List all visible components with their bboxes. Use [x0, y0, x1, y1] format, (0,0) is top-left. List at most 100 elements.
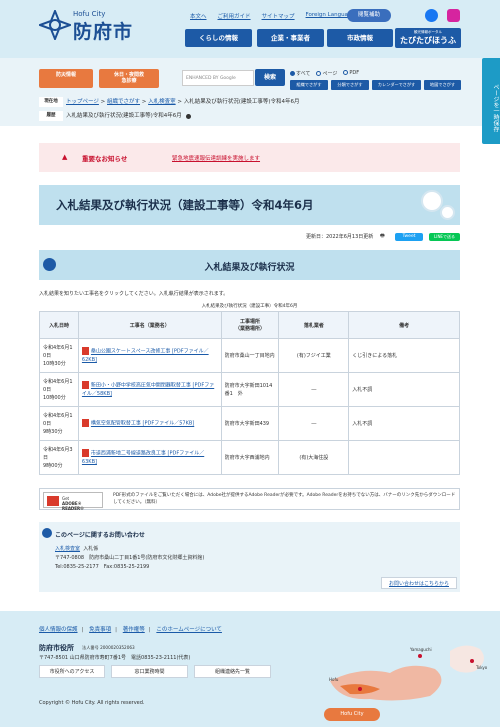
footer-org-contacts-button[interactable]: 組織連絡先一覧 [194, 665, 271, 678]
notice-link[interactable]: 緊急地震速報伝達訓練を実施します [172, 154, 260, 162]
table-row: 令和4年6月1 0日 10時00分 新田小・小野中学校高圧気中開閉器取替工事 [… [39, 372, 460, 407]
close-history-icon[interactable] [185, 113, 191, 119]
tourism-portal-button[interactable]: 観光情報ポータル たびたびほうふ [395, 28, 461, 48]
map-label-yamaguchi: Yamaguchi [409, 647, 432, 652]
breadcrumb-top[interactable]: トップページ [66, 96, 99, 108]
cell-place: 防府市大字西浦地内 [220, 440, 280, 475]
search-button[interactable]: 検索 [255, 69, 285, 86]
cell-date: 令和4年6月1 0日 10時30分 [39, 338, 79, 373]
contact-box: このページに関するお問い合わせ 入札検査室 入札係 〒747-0808 防府市桑… [39, 522, 460, 592]
nav-city-admin[interactable]: 市政情報 [327, 29, 393, 47]
section-heading: 入札結果及び執行状況 [39, 250, 460, 280]
contact-icon [42, 528, 52, 538]
pdf-icon [81, 347, 89, 356]
tourism-portal-title: たびたびほうふ [400, 36, 456, 45]
col-note: 備考 [348, 311, 460, 339]
cell-date: 令和4年6月1 0日 10時00分 [39, 372, 79, 407]
contact-dept-sub: 入札係 [83, 546, 99, 552]
cell-name: 構気空気配管取替工事 [PDFファイル／57KB] [77, 406, 222, 441]
breadcrumb-bid-office[interactable]: 入札検査室 [148, 96, 176, 108]
contact-heading: このページに関するお問い合わせ [55, 532, 145, 539]
history-item[interactable]: 入札結果及び執行状況(建設工事等)令和4年6月 [66, 110, 182, 122]
adobe-reader-banner[interactable]: Get ADOBE® READER® [43, 492, 103, 511]
city-emblem-icon[interactable] [39, 10, 71, 40]
history-label: 履歴 [39, 111, 63, 121]
radio-pdf[interactable]: PDF [343, 70, 359, 77]
hofu-city-badge: Hofu City [324, 708, 380, 721]
cell-place: 防府市大字新田439 [220, 406, 280, 441]
search-by-calendar[interactable]: カレンダーでさがす [372, 80, 421, 90]
tweet-button[interactable]: Tweet [395, 233, 423, 241]
read-aloud-button[interactable]: 閲覧補助 [347, 9, 391, 22]
cell-date: 令和4年6月3 日 9時00分 [39, 440, 79, 475]
table-row: 令和4年6月1 0日 10時30分 桑山公園スケートスペース改修工事 [PDFフ… [39, 338, 460, 373]
nav-living-info[interactable]: くらしの情報 [185, 29, 252, 47]
cell-name: 桑山公園スケートスペース改修工事 [PDFファイル／62KB] [77, 338, 222, 373]
col-place: 工事場所 （業務場所） [220, 311, 280, 339]
site-header: Hofu City 防府市 本文へ ご利用ガイド サイトマップ Foreign … [0, 0, 500, 58]
emergency-clinic-button[interactable]: 休日・夜間救 急診療 [99, 69, 159, 88]
page-heading: 入札結果及び執行状況（建設工事等）令和4年6月 [39, 185, 460, 225]
footer-link-copyright[interactable]: 著作権等 [123, 627, 145, 633]
top-links: 本文へ ご利用ガイド サイトマップ Foreign Language [190, 12, 355, 20]
save-page-tab[interactable]: ページを一時保存 [482, 58, 500, 144]
link-sitemap[interactable]: サイトマップ [262, 12, 295, 20]
cell-note: くじ引きによる落札 [348, 338, 460, 373]
footer-link-privacy[interactable]: 個人情報の保護 [39, 627, 78, 633]
pdf-link[interactable]: 市道西浦新地二号線道路改良工事 [PDFファイル／63KB] [82, 451, 204, 465]
adobe-logo-icon [47, 496, 59, 506]
contact-dept-link[interactable]: 入札検査室 [55, 546, 80, 552]
footer-title: 防府市役所 [39, 644, 74, 652]
nav-business[interactable]: 企業・事業者 [257, 29, 324, 47]
radio-page[interactable]: ページ [316, 70, 337, 77]
breadcrumb-current: 入札結果及び執行状況(建設工事等)令和4年6月 [183, 99, 300, 105]
logo-title[interactable]: 防府市 [73, 17, 133, 44]
line-share-button[interactable]: LINEで送る [429, 233, 460, 241]
table-row: 令和4年6月1 0日 9時30分 構気空気配管取替工事 [PDFファイル／57K… [39, 406, 460, 441]
footer-links: 個人情報の保護 | 免責事項 | 著作権等 | このホームページについて [39, 627, 222, 633]
section-title: 入札結果及び執行状況 [204, 263, 295, 273]
footer-access-button[interactable]: 市役所へのアクセス [39, 665, 105, 678]
radio-all[interactable]: すべて [290, 70, 310, 77]
cell-note [348, 440, 460, 475]
map-label-tokyo: Tokyo [475, 665, 488, 670]
search-by-map[interactable]: 地図でさがす [424, 80, 461, 90]
pdf-icon [81, 419, 89, 428]
copyright: Copyright © Hofu City. All rights reserv… [39, 700, 145, 706]
cell-place: 防府市大字新田1014番1 外 [220, 372, 280, 407]
footer-hours-button[interactable]: 窓口業務時間 [111, 665, 188, 678]
table-caption: 入札結果及び執行状況（建設工事）令和4年6月 [201, 304, 298, 309]
search-input[interactable]: ENHANCED BY Google [182, 70, 254, 86]
inquiry-link[interactable]: お問い合わせはこちらから [389, 581, 449, 587]
updated-date: 更新日：2022年6月13日更新 [306, 234, 374, 240]
link-main-content[interactable]: 本文へ [190, 12, 207, 20]
cell-winner: ― [278, 406, 350, 441]
decoration-icon [440, 205, 455, 220]
instagram-icon[interactable] [447, 9, 460, 22]
print-button[interactable]: 🖶 [380, 233, 385, 241]
pdf-icon [81, 449, 89, 458]
cell-winner: (有)大海住設 [278, 440, 350, 475]
breadcrumb-org[interactable]: 組織でさがす [107, 96, 140, 108]
important-notice: ▲ 重要なお知らせ 緊急地震速報伝達訓練を実施します [39, 143, 460, 172]
contact-phone: Tel:0835-25-2177 Fax:0835-25-2199 [55, 564, 150, 570]
cell-date: 令和4年6月1 0日 9時30分 [39, 406, 79, 441]
col-winner: 落札業者 [278, 311, 350, 339]
search-by-category[interactable]: 分類でさがす [331, 80, 369, 90]
map-label-hofu: Hofu [329, 677, 339, 682]
footer-link-disclaimer[interactable]: 免責事項 [89, 627, 111, 633]
footer-link-about[interactable]: このホームページについて [156, 627, 222, 633]
disaster-info-button[interactable]: 防災情報 [39, 69, 93, 88]
cell-winner: (有)フジイ工業 [278, 338, 350, 373]
inquiry-button[interactable]: お問い合わせはこちらから [381, 577, 457, 589]
search-by-org[interactable]: 組織でさがす [290, 80, 328, 90]
pdf-link[interactable]: 桑山公園スケートスペース改修工事 [PDFファイル／62KB] [82, 349, 209, 363]
link-guide[interactable]: ご利用ガイド [218, 12, 251, 20]
pdf-link[interactable]: 新田小・小野中学校高圧気中開閉器取替工事 [PDFファイル／58KB] [82, 383, 214, 397]
adobe-text: PDF形式のファイルをご覧いただく場合には、Adobe社が提供するAdobe R… [113, 493, 456, 505]
pdf-link[interactable]: 構気空気配管取替工事 [PDFファイル／57KB] [91, 421, 194, 427]
col-date: 入札日時 [39, 311, 79, 339]
site-footer: Hofu Yamaguchi Tokyo 個人情報の保護 | 免責事項 | 著作権等… [0, 611, 500, 727]
footer-address: 〒747-8501 山口県防府市寿町7番1号 電話0835-23-2111(代表… [39, 655, 191, 661]
facebook-icon[interactable] [425, 9, 438, 22]
